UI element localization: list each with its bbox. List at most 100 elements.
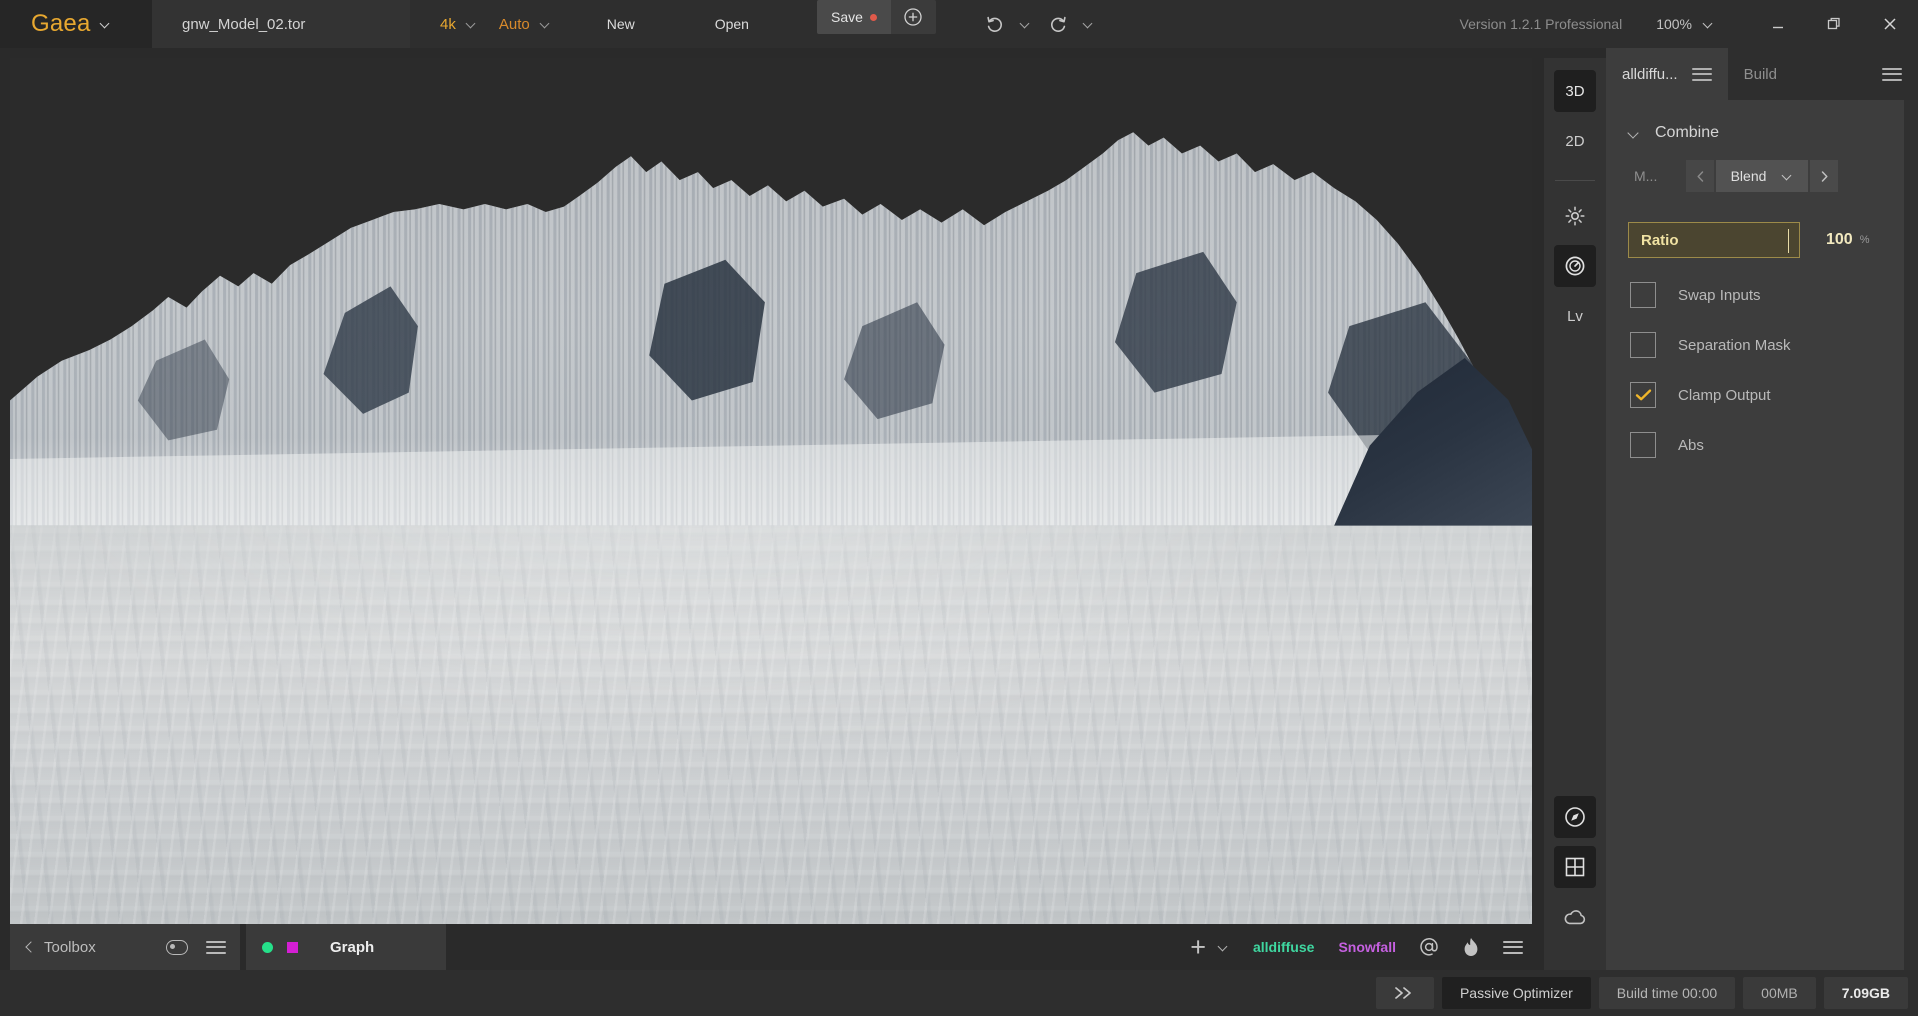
view-3d-button[interactable]: 3D [1554, 70, 1596, 112]
light-sun-icon [1565, 206, 1585, 226]
hamburger-menu-icon[interactable] [206, 940, 226, 954]
advance-build-button[interactable] [1375, 977, 1434, 1009]
quality-label: Auto [498, 15, 530, 33]
mode-next-button[interactable] [1810, 160, 1838, 192]
tag-alldiffuse[interactable]: alldiffuse [1241, 939, 1326, 955]
checkbox-box[interactable] [1630, 382, 1656, 408]
at-icon-button[interactable] [1408, 925, 1450, 969]
checkbox-swap-inputs[interactable]: Swap Inputs [1606, 282, 1918, 308]
quality-selector[interactable]: Auto [499, 16, 551, 33]
save-as-button[interactable] [890, 0, 936, 34]
main-body: Toolbox Graph + alldiffuse Snowfall 3D 2… [0, 48, 1918, 970]
chevron-right-icon [1821, 170, 1828, 182]
save-button-group: Save [816, 0, 936, 34]
zoom-selector[interactable]: 100% [1656, 16, 1714, 32]
chevron-down-icon[interactable] [540, 19, 551, 30]
mode-prev-button[interactable] [1686, 160, 1714, 192]
cloud-button[interactable] [1554, 896, 1596, 938]
mode-label: M... [1634, 168, 1658, 184]
passive-optimizer-chip[interactable]: Passive Optimizer [1441, 977, 1591, 1009]
flame-icon-button[interactable] [1450, 925, 1492, 969]
light-sun-button[interactable] [1554, 195, 1596, 237]
resolution-controls: 4k Auto [410, 0, 551, 48]
view-2d-button[interactable]: 2D [1554, 120, 1596, 162]
redo-icon [1050, 16, 1066, 32]
graph-status-square-icon [287, 941, 298, 953]
properties-panel: alldiffu... Build Combine M... Blend Rat… [1606, 48, 1918, 970]
chevron-down-icon[interactable] [1782, 171, 1793, 182]
ratio-value[interactable]: 100 [1826, 231, 1853, 249]
tab-node-properties[interactable]: alldiffu... [1606, 48, 1728, 100]
history-controls [984, 0, 1094, 48]
checkbox-box[interactable] [1630, 332, 1656, 358]
app-window: Gaea gnw_Model_02.tor 4k Auto New Open S… [0, 0, 1918, 1016]
compass-button[interactable] [1554, 796, 1596, 838]
chevron-left-icon[interactable] [24, 941, 36, 953]
hamburger-menu-icon[interactable] [1503, 940, 1523, 954]
pill-toggle-icon[interactable] [166, 939, 188, 955]
dock-right-controls: + alldiffuse Snowfall [1182, 924, 1544, 970]
chevron-down-icon[interactable] [466, 19, 477, 30]
close-icon [1884, 18, 1896, 30]
checkbox-box[interactable] [1630, 282, 1656, 308]
viewport-side-toolbar: 3D 2D Lv [1544, 58, 1606, 970]
file-actions: New Open [581, 0, 775, 48]
at-icon [1420, 938, 1438, 956]
tab-build[interactable]: Build [1728, 48, 1918, 100]
panel-scrollbar[interactable] [1904, 100, 1918, 970]
save-label: Save [831, 9, 863, 25]
resolution-selector[interactable]: 4k [440, 16, 477, 33]
chevron-down-icon[interactable] [100, 19, 111, 30]
level-button[interactable]: Lv [1554, 295, 1596, 337]
toolbox-panel-tab[interactable]: Toolbox [10, 924, 240, 970]
toolbox-label: Toolbox [44, 938, 96, 956]
checkbox-clamp-output[interactable]: Clamp Output [1606, 382, 1918, 408]
checkbox-label: Swap Inputs [1678, 286, 1761, 304]
redo-group[interactable] [1047, 13, 1094, 35]
restore-button[interactable] [1806, 0, 1862, 48]
fast-forward-icon [1395, 987, 1411, 999]
add-node-icon[interactable]: + [1182, 933, 1214, 961]
viewport-column: Toolbox Graph + alldiffuse Snowfall [0, 48, 1544, 970]
chevron-down-icon[interactable] [1020, 19, 1031, 30]
brand-label: Gaea [31, 10, 91, 37]
graph-panel-tab[interactable]: Graph [246, 924, 446, 970]
tag-snowfall[interactable]: Snowfall [1326, 939, 1408, 955]
grid-button[interactable] [1554, 846, 1596, 888]
status-bar: Passive Optimizer Build time 00:00 00MB … [0, 970, 1918, 1016]
dock-menu-button[interactable] [1492, 925, 1534, 969]
hamburger-menu-icon[interactable] [1691, 67, 1712, 81]
checkbox-box[interactable] [1630, 432, 1656, 458]
plus-circle-icon [904, 8, 923, 26]
chevron-down-icon[interactable] [1703, 19, 1714, 30]
checkbox-separation-mask[interactable]: Separation Mask [1606, 332, 1918, 358]
ratio-name-input[interactable]: Ratio [1628, 222, 1800, 258]
window-controls-area: Version 1.2.1 Professional 100% [1460, 0, 1918, 48]
brand-logo-button[interactable]: Gaea [0, 0, 152, 48]
chevron-down-icon[interactable] [1628, 128, 1639, 139]
mode-value-dropdown[interactable]: Blend [1716, 160, 1808, 192]
hamburger-menu-icon[interactable] [1882, 67, 1902, 81]
scene-snow-ripples [10, 473, 1532, 924]
chevron-down-icon[interactable] [1083, 19, 1094, 30]
viewport-3d[interactable] [10, 58, 1532, 924]
document-filename[interactable]: gnw_Model_02.tor [152, 0, 410, 48]
toolbar-divider [1555, 180, 1595, 181]
checkmark-icon [1635, 389, 1651, 401]
close-button[interactable] [1862, 0, 1918, 48]
checkbox-abs[interactable]: Abs [1606, 432, 1918, 458]
memory-mb-chip: 00MB [1743, 977, 1816, 1009]
new-button[interactable]: New [581, 0, 661, 48]
chevron-down-icon[interactable] [1218, 942, 1229, 953]
group-header-combine[interactable]: Combine [1606, 114, 1918, 146]
save-button[interactable]: Save [816, 0, 891, 34]
open-button[interactable]: Open [689, 0, 775, 48]
minimize-button[interactable] [1750, 0, 1806, 48]
undo-group[interactable] [984, 13, 1031, 35]
unsaved-indicator-dot [869, 13, 877, 21]
panel-content: Combine M... Blend Ratio 100 % Swap Inpu… [1606, 100, 1918, 970]
dial-knob-button[interactable] [1554, 245, 1596, 287]
mode-value-label: Blend [1730, 168, 1767, 184]
undo-icon [987, 16, 1002, 32]
tab-node-label: alldiffu... [1622, 65, 1678, 83]
